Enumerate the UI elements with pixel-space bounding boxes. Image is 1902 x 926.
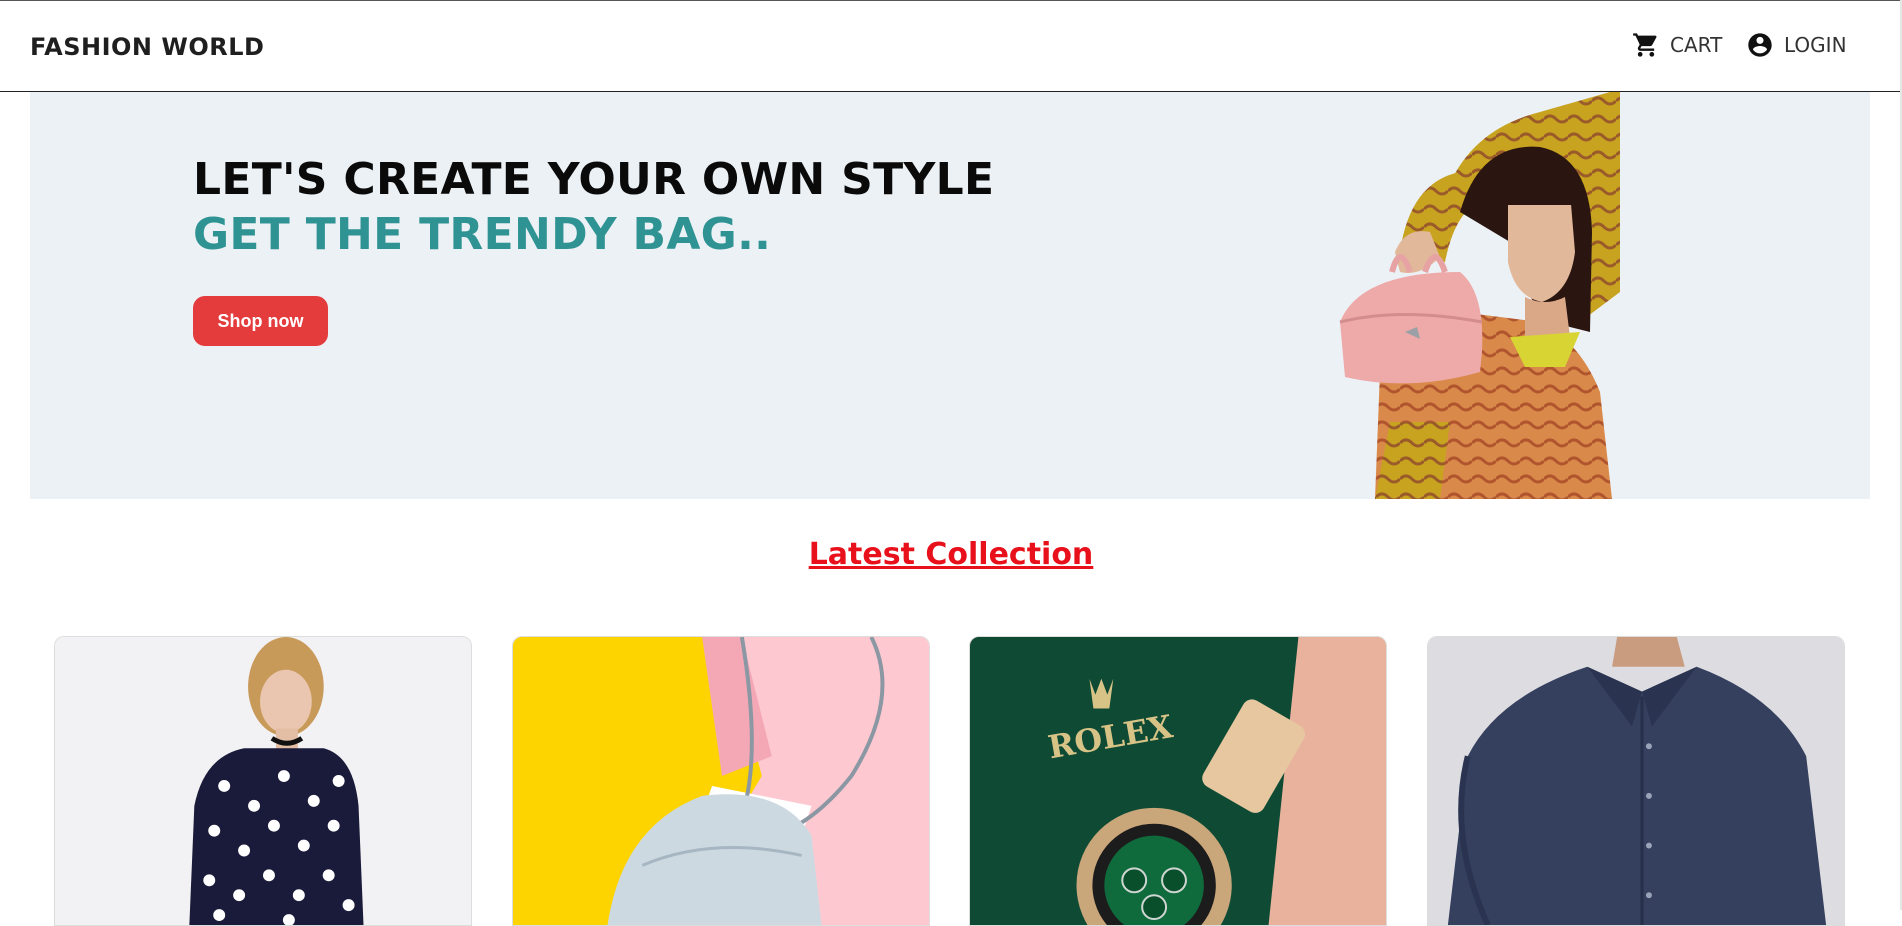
cart-label: CART [1670,33,1723,57]
shop-now-button[interactable]: Shop now [193,296,328,346]
product-card-watch[interactable]: ROLEX [969,636,1387,926]
product-card-dress[interactable] [54,636,472,926]
product-image-watch: ROLEX [970,637,1386,925]
cart-icon [1632,31,1660,59]
hero-model-image [1280,92,1660,499]
latest-collection-title[interactable]: Latest Collection [0,537,1902,572]
hero-banner: LET'S CREATE YOUR OWN STYLE GET THE TREN… [30,92,1870,499]
product-image-dress [55,637,471,925]
product-image-shirt [1428,637,1844,925]
brand-logo[interactable]: FASHION WORLD [30,33,264,61]
account-circle-icon [1746,31,1774,59]
login-link[interactable]: LOGIN [1746,31,1847,59]
product-card-handbag[interactable] [512,636,930,926]
hero-title: LET'S CREATE YOUR OWN STYLE [193,154,995,205]
product-image-handbag [513,637,929,925]
login-label: LOGIN [1784,33,1847,57]
hero-subtitle: GET THE TRENDY BAG.. [193,209,772,260]
cart-link[interactable]: CART [1632,31,1722,59]
navbar: FASHION WORLD CART LOGIN [0,0,1902,92]
product-card-shirt[interactable] [1427,636,1845,926]
